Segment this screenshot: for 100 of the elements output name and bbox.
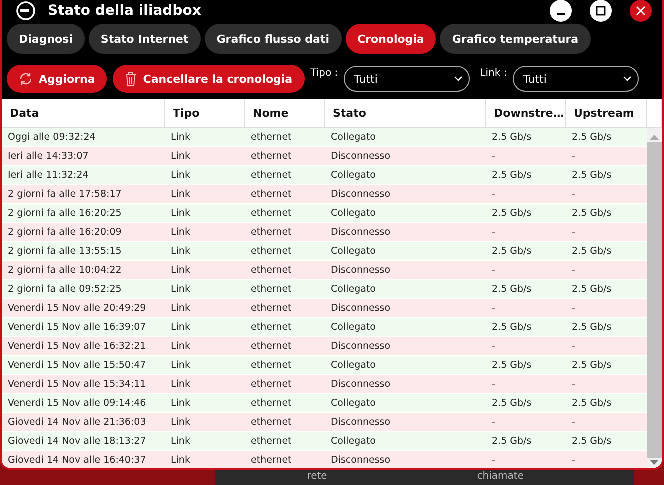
table-cell-text: Disconnesso: [330, 150, 392, 164]
table-cell-text: Oggi alle 09:32:24: [7, 130, 97, 144]
tab[interactable]: Stato Internet: [88, 24, 201, 54]
chevron-down-icon: [454, 76, 464, 82]
link-dropdown[interactable]: Tutti: [513, 66, 640, 92]
table-cell-text: 2.5 Gb/s: [491, 130, 533, 144]
table-cell-text: 2 giorni fa alle 13:55:15: [7, 244, 123, 258]
column-header[interactable]: Stato: [325, 99, 486, 127]
tab[interactable]: Cronologia: [346, 24, 436, 54]
chevron-down-icon: [623, 76, 632, 82]
background-label: chiamate: [477, 470, 524, 483]
close-icon: [636, 6, 646, 16]
tab[interactable]: Grafico temperatura: [440, 24, 591, 54]
table-cell-text: Venerdi 15 Nov alle 16:39:07: [7, 320, 148, 334]
table-cell-text: Link: [170, 264, 192, 278]
close-button[interactable]: [630, 0, 652, 22]
table-cell-text: Giovedi 14 Nov alle 18:13:27: [7, 434, 148, 448]
table-cell-text: -: [571, 150, 576, 164]
table-cell-text: ethernet: [250, 416, 293, 430]
table-cell-text: 2 giorni fa alle 09:52:25: [7, 282, 123, 296]
table-cell-text: ethernet: [250, 434, 293, 448]
maximize-icon: [596, 6, 606, 16]
table-cell-text: -: [491, 150, 496, 164]
table-cell-text: ethernet: [250, 244, 293, 258]
table-cell-text: 2.5 Gb/s: [571, 244, 613, 258]
table-row[interactable]: Venerdi 15 Nov alle 15:34:11 Link ethernet Disconnesso - -: [2, 375, 647, 394]
clear-history-button[interactable]: Cancellare la cronologia: [113, 65, 305, 93]
table-cell-text: Venerdi 15 Nov alle 15:34:11: [7, 378, 148, 392]
table-cell-text: 2.5 Gb/s: [571, 168, 613, 182]
background-label: rete: [307, 470, 328, 483]
table-cell-text: Link: [170, 320, 192, 334]
logo-icon: [16, 1, 36, 21]
table-cell-text: Venerdi 15 Nov alle 15:50:47: [7, 358, 148, 372]
table-cell-text: 2.5 Gb/s: [571, 130, 613, 144]
table-cell-text: -: [571, 416, 576, 430]
column-header[interactable]: Nome: [245, 99, 325, 127]
table-cell-text: 2.5 Gb/s: [571, 320, 613, 334]
table-cell-text: 2 giorni fa alle 17:58:17: [7, 188, 123, 202]
table-cell-text: -: [491, 188, 496, 202]
table-cell-text: ethernet: [250, 396, 293, 410]
table-row[interactable]: 2 giorni fa alle 09:52:25 Link ethernet Collegato 2.5 Gb/s 2.5 Gb/s: [2, 280, 647, 299]
minimize-icon: [557, 13, 565, 15]
table-row[interactable]: 2 giorni fa alle 16:20:09 Link ethernet Disconnesso - -: [2, 223, 647, 242]
trash-icon: [125, 72, 138, 86]
minimize-button[interactable]: [550, 0, 572, 22]
table-row[interactable]: Ieri alle 14:33:07 Link ethernet Disconnesso - -: [2, 147, 647, 166]
table-cell-text: Collegato: [330, 282, 377, 296]
table-row[interactable]: Venerdi 15 Nov alle 16:32:21 Link ethernet Disconnesso - -: [2, 337, 647, 356]
table-cell-text: 2.5 Gb/s: [491, 358, 533, 372]
table-row[interactable]: Venerdi 15 Nov alle 16:39:07 Link ethernet Collegato 2.5 Gb/s 2.5 Gb/s: [2, 318, 647, 337]
refresh-button[interactable]: Aggiorna: [7, 65, 108, 93]
table-cell-text: Collegato: [330, 168, 377, 182]
table-cell-text: -: [571, 340, 576, 354]
type-dropdown[interactable]: Tutti: [344, 66, 470, 92]
table-cell-text: 2 giorni fa alle 16:20:09: [7, 226, 123, 240]
table-cell-text: ethernet: [250, 302, 293, 316]
column-header[interactable]: Tipo: [165, 99, 245, 127]
table-row[interactable]: Giovedi 14 Nov alle 16:40:37 Link ethernet Disconnesso - -: [2, 451, 647, 468]
maximize-button[interactable]: [590, 0, 612, 22]
table-cell-text: 2.5 Gb/s: [491, 396, 533, 410]
window-title: Stato della iliadbox: [48, 3, 202, 19]
column-header[interactable]: Downstre…: [486, 99, 566, 127]
table-cell-text: Link: [170, 168, 192, 182]
refresh-icon: [19, 72, 33, 86]
table-cell-text: -: [571, 302, 576, 316]
table-cell-text: ethernet: [250, 206, 293, 220]
table-row[interactable]: 2 giorni fa alle 10:04:22 Link ethernet Disconnesso - -: [2, 261, 647, 280]
table-cell-text: Venerdi 15 Nov alle 20:49:29: [7, 302, 148, 316]
table-cell-text: Link: [170, 396, 192, 410]
table-row[interactable]: 2 giorni fa alle 17:58:17 Link ethernet Disconnesso - -: [2, 185, 647, 204]
table-row[interactable]: 2 giorni fa alle 13:55:15 Link ethernet Collegato 2.5 Gb/s 2.5 Gb/s: [2, 242, 647, 261]
table-cell-text: Link: [170, 454, 192, 468]
table-cell-text: Disconnesso: [330, 302, 392, 316]
table-cell-text: -: [491, 340, 496, 354]
table-cell-text: 2.5 Gb/s: [491, 434, 533, 448]
table-row[interactable]: Venerdi 15 Nov alle 15:50:47 Link ethernet Collegato 2.5 Gb/s 2.5 Gb/s: [2, 356, 647, 375]
table-cell-text: Link: [170, 358, 192, 372]
table-row[interactable]: Venerdi 15 Nov alle 20:49:29 Link ethernet Disconnesso - -: [2, 299, 647, 318]
table-row[interactable]: Oggi alle 09:32:24 Link ethernet Collegato 2.5 Gb/s 2.5 Gb/s: [2, 128, 647, 147]
table-cell-text: Giovedi 14 Nov alle 16:40:37: [7, 454, 148, 468]
table-row[interactable]: Giovedi 14 Nov alle 21:36:03 Link ethernet Disconnesso - -: [2, 413, 647, 432]
tab[interactable]: Diagnosi: [7, 24, 85, 54]
table-cell-text: 2.5 Gb/s: [491, 320, 533, 334]
tab[interactable]: Grafico flusso dati: [204, 24, 342, 54]
table-cell-text: -: [571, 226, 576, 240]
table-cell-text: Collegato: [330, 396, 377, 410]
column-header[interactable]: Upstream: [566, 99, 647, 127]
table-row[interactable]: 2 giorni fa alle 16:20:25 Link ethernet Collegato 2.5 Gb/s 2.5 Gb/s: [2, 204, 647, 223]
table-row[interactable]: Venerdi 15 Nov alle 09:14:46 Link ethernet Collegato 2.5 Gb/s 2.5 Gb/s: [2, 394, 647, 413]
table-cell-text: Ieri alle 14:33:07: [7, 150, 90, 164]
table-row[interactable]: Giovedi 14 Nov alle 18:13:27 Link ethernet Collegato 2.5 Gb/s 2.5 Gb/s: [2, 432, 647, 451]
type-label: Tipo :: [310, 68, 338, 79]
table-row[interactable]: Ieri alle 11:32:24 Link ethernet Collegato 2.5 Gb/s 2.5 Gb/s: [2, 166, 647, 185]
column-header[interactable]: Data: [2, 99, 165, 127]
table-cell-text: ethernet: [250, 340, 293, 354]
table-cell-text: ethernet: [250, 150, 293, 164]
scroll-down-icon: [650, 460, 659, 466]
table-cell-text: Ieri alle 11:32:24: [7, 168, 90, 182]
table-cell-text: ethernet: [250, 454, 293, 468]
table-cell-text: 2.5 Gb/s: [491, 282, 533, 296]
